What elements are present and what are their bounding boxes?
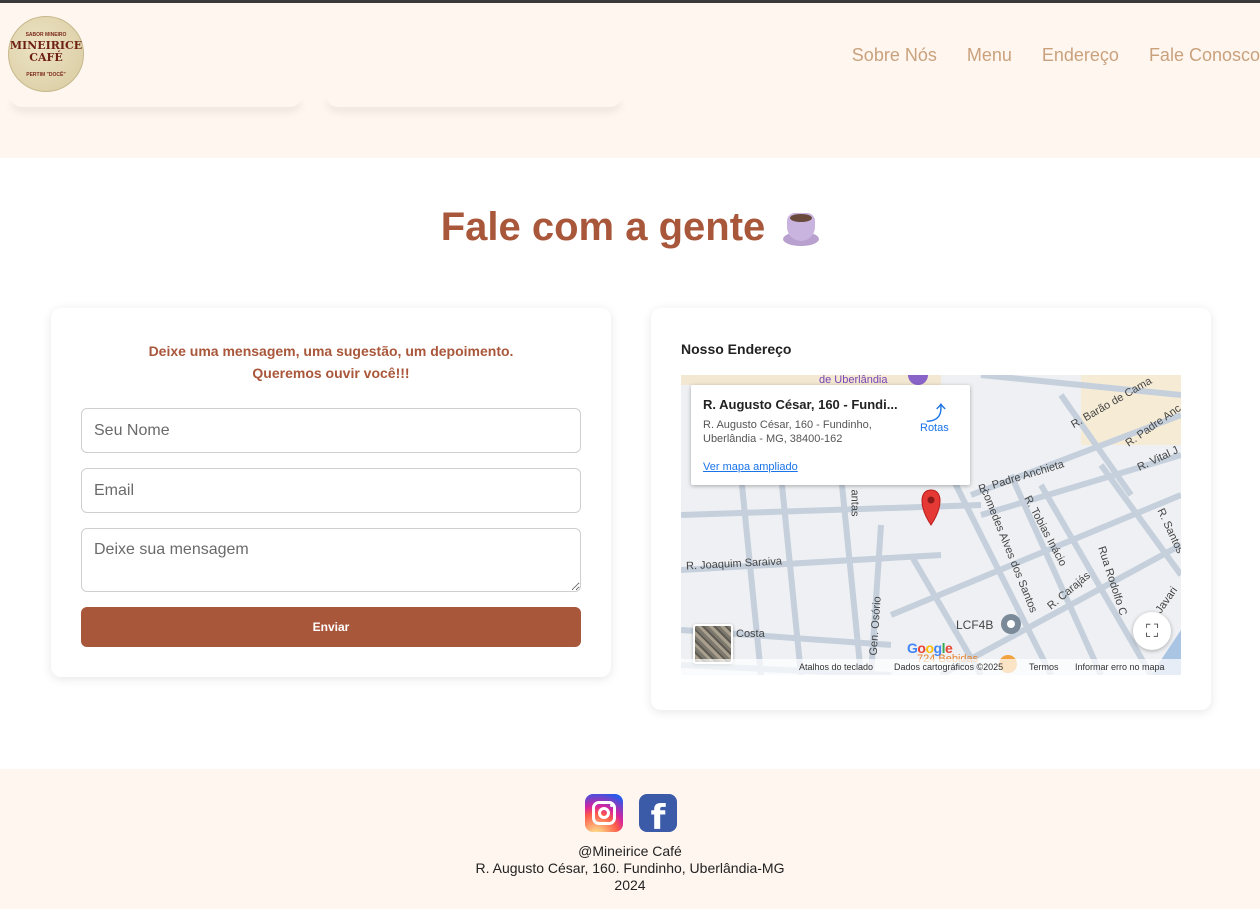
- menu-card-edge: [326, 95, 622, 107]
- address-title: Nosso Endereço: [681, 341, 792, 357]
- google-logo: Google: [907, 640, 953, 656]
- site-footer: f @Mineirice Café R. Augusto César, 160.…: [0, 769, 1260, 909]
- name-field[interactable]: [81, 408, 581, 453]
- fullscreen-icon[interactable]: ⛶: [1133, 612, 1171, 650]
- view-larger-map-link[interactable]: Ver mapa ampliado: [703, 461, 798, 473]
- email-field[interactable]: [81, 468, 581, 513]
- footer-info: @Mineirice Café R. Augusto César, 160. F…: [0, 843, 1260, 894]
- google-map[interactable]: de Uberlândia R. Barão de Cama R. Padre …: [681, 375, 1181, 675]
- map-label: Costa: [736, 628, 765, 640]
- form-intro: Deixe uma mensagem, uma sugestão, um dep…: [148, 343, 514, 381]
- directions-link[interactable]: Rotas: [920, 422, 949, 434]
- footer-handle: @Mineirice Café: [578, 843, 682, 859]
- directions-icon[interactable]: ⤴: [925, 397, 947, 425]
- map-label: LCF4B: [956, 618, 994, 632]
- logo-bottom-text: PERTIM "DOCÊ": [26, 72, 66, 78]
- message-field[interactable]: [81, 528, 581, 592]
- address-card: Nosso Endereço de Uberlândia R. Barão de…: [651, 308, 1211, 710]
- map-data-text: Dados cartográficos ©2025: [894, 662, 1004, 672]
- map-attribution-bar: Atalhos do teclado Dados cartográficos ©…: [681, 659, 1181, 675]
- facebook-icon[interactable]: f: [639, 794, 677, 838]
- footer-address: R. Augusto César, 160. Fundinho, Uberlân…: [475, 860, 785, 876]
- contact-section-title: Fale com a gente: [0, 205, 1260, 250]
- mineirice-cafe-logo[interactable]: SABOR MINEIRO MINEIRICE CAFÉ PERTIM "DOC…: [8, 16, 84, 92]
- contact-form-card: Deixe uma mensagem, uma sugestão, um dep…: [51, 308, 611, 677]
- place-address: R. Augusto César, 160 - Fundinho, Uberlâ…: [703, 419, 872, 445]
- nav-menu[interactable]: Menu: [967, 45, 1012, 66]
- coffee-cup-icon: [783, 208, 820, 246]
- contact-title-text: Fale com a gente: [440, 205, 766, 249]
- logo-top-text: SABOR MINEIRO: [25, 32, 67, 38]
- report-error-link[interactable]: Informar erro no mapa: [1075, 662, 1165, 672]
- site-header: SABOR MINEIRO MINEIRICE CAFÉ PERTIM "DOC…: [0, 3, 1260, 158]
- map-label: antas: [848, 489, 861, 517]
- nav-fale-conosco[interactable]: Fale Conosco: [1149, 45, 1260, 66]
- footer-year: 2024: [614, 877, 646, 893]
- nav-endereco[interactable]: Endereço: [1042, 45, 1119, 66]
- send-button[interactable]: Enviar: [81, 607, 581, 647]
- terms-link[interactable]: Termos: [1029, 662, 1059, 672]
- logo-name: MINEIRICE CAFÉ: [9, 39, 83, 64]
- place-name: R. Augusto César, 160 - Fundi...: [703, 397, 898, 412]
- instagram-icon[interactable]: [585, 794, 623, 832]
- nav-sobre-nos[interactable]: Sobre Nós: [852, 45, 937, 66]
- menu-card-edge: [10, 95, 302, 107]
- keyboard-shortcuts-link[interactable]: Atalhos do teclado: [799, 662, 873, 672]
- satellite-toggle[interactable]: [693, 624, 733, 664]
- main-nav: Sobre Nós Menu Endereço Fale Conosco: [822, 45, 1260, 66]
- place-info-card: R. Augusto César, 160 - Fundi... R. Augu…: [691, 385, 970, 485]
